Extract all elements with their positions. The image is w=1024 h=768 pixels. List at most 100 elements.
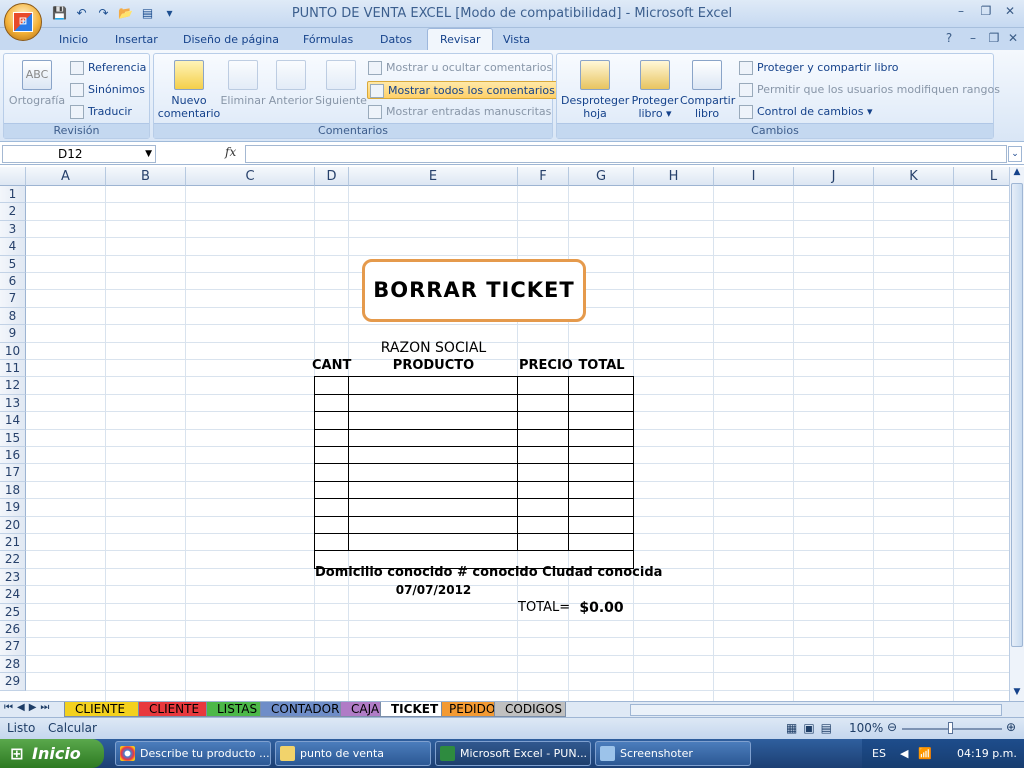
row-header[interactable]: 8 bbox=[0, 307, 26, 326]
language-indicator[interactable]: ES bbox=[872, 739, 886, 768]
task-excel[interactable]: Microsoft Excel - PUN... bbox=[435, 741, 591, 766]
mostrar-todos-button[interactable]: Mostrar todos los comentarios bbox=[367, 81, 559, 99]
tab-inicio[interactable]: Inicio bbox=[59, 31, 88, 48]
row-header[interactable]: 5 bbox=[0, 255, 26, 273]
zoom-level[interactable]: 100% bbox=[849, 721, 883, 735]
row-header[interactable]: 27 bbox=[0, 638, 26, 656]
siguiente-button[interactable]: Siguiente bbox=[315, 60, 367, 107]
row-header[interactable]: 7 bbox=[0, 290, 26, 308]
row-header[interactable]: 23 bbox=[0, 568, 26, 587]
row-header[interactable]: 28 bbox=[0, 655, 26, 674]
desproteger-hoja-button[interactable]: Desproteger hoja bbox=[561, 60, 629, 120]
clock[interactable]: 04:19 p.m. bbox=[957, 739, 1017, 768]
tab-datos[interactable]: Datos bbox=[380, 31, 412, 48]
eliminar-button[interactable]: Eliminar bbox=[220, 60, 266, 107]
proteger-libro-button[interactable]: Proteger libro ▾ bbox=[630, 60, 680, 120]
row-header[interactable]: 14 bbox=[0, 412, 26, 430]
anterior-button[interactable]: Anterior bbox=[267, 60, 315, 107]
expand-formula-bar-icon[interactable]: ⌄ bbox=[1008, 146, 1022, 162]
scroll-thumb[interactable] bbox=[1011, 183, 1023, 647]
row-header[interactable]: 4 bbox=[0, 238, 26, 256]
minimize-button[interactable]: – bbox=[950, 4, 972, 21]
column-header[interactable]: C bbox=[186, 167, 315, 186]
tab-revisar[interactable]: Revisar bbox=[427, 28, 494, 51]
column-header[interactable]: E bbox=[349, 167, 518, 186]
sheet-tab-cliente-2[interactable]: CLIENTE 2 bbox=[138, 702, 210, 731]
row-header[interactable]: 22 bbox=[0, 551, 26, 569]
mostrar-entradas-button[interactable]: Mostrar entradas manuscritas bbox=[368, 103, 551, 121]
row-header[interactable]: 12 bbox=[0, 377, 26, 395]
sheet-tab-caja[interactable]: CAJA bbox=[340, 702, 384, 717]
row-header[interactable]: 13 bbox=[0, 394, 26, 413]
tray-back-icon[interactable]: ◀ bbox=[900, 739, 908, 768]
row-header[interactable]: 20 bbox=[0, 516, 26, 534]
name-box-dropdown-icon[interactable]: ▼ bbox=[145, 146, 152, 162]
row-header[interactable]: 9 bbox=[0, 325, 26, 343]
zoom-in-icon[interactable]: ⊕ bbox=[1006, 720, 1016, 734]
row-header[interactable]: 25 bbox=[0, 603, 26, 621]
row-header[interactable]: 2 bbox=[0, 203, 26, 221]
help-icon[interactable]: ? bbox=[938, 31, 960, 48]
tab-vista[interactable]: Vista bbox=[503, 31, 530, 48]
sheet-tab-pedido[interactable]: PEDIDO bbox=[438, 702, 498, 717]
row-header[interactable]: 19 bbox=[0, 499, 26, 517]
column-header[interactable]: K bbox=[874, 167, 954, 186]
tab-diseno-pagina[interactable]: Diseño de página bbox=[183, 31, 279, 48]
view-buttons-icon[interactable]: ▦▣▤ bbox=[786, 721, 838, 735]
task-folder[interactable]: punto de venta bbox=[275, 741, 431, 766]
row-header[interactable]: 21 bbox=[0, 534, 26, 552]
formula-input[interactable] bbox=[245, 145, 1007, 163]
referencia-button[interactable]: Referencia bbox=[70, 59, 146, 77]
column-header[interactable]: I bbox=[714, 167, 794, 186]
tab-formulas[interactable]: Fórmulas bbox=[303, 31, 353, 48]
task-browser[interactable]: Describe tu producto ... bbox=[115, 741, 271, 766]
row-header[interactable]: 16 bbox=[0, 447, 26, 465]
column-header[interactable]: J bbox=[794, 167, 874, 186]
sheet-tab-codigos[interactable]: CODIGOS bbox=[494, 702, 566, 717]
select-all-corner[interactable] bbox=[0, 167, 26, 186]
column-header[interactable]: G bbox=[569, 167, 634, 186]
task-screenshoter[interactable]: Screenshoter bbox=[595, 741, 751, 766]
office-button[interactable]: ⊞ bbox=[4, 3, 42, 41]
row-header[interactable]: 1 bbox=[0, 186, 26, 204]
column-header[interactable]: B bbox=[106, 167, 186, 186]
zoom-out-icon[interactable]: ⊖ bbox=[887, 720, 897, 734]
proteger-compartir-button[interactable]: Proteger y compartir libro bbox=[739, 59, 899, 77]
row-header[interactable]: 29 bbox=[0, 673, 26, 691]
network-icon[interactable]: 📶 bbox=[918, 739, 932, 768]
column-header[interactable]: F bbox=[518, 167, 569, 186]
row-header[interactable]: 10 bbox=[0, 342, 26, 360]
column-header[interactable]: L bbox=[954, 167, 1009, 186]
worksheet-grid[interactable]: A B C D E F G H I J K L 1 2 3 4 5 6 7 8 9 10 11 12 1… bbox=[0, 167, 1009, 701]
horizontal-scrollbar[interactable] bbox=[630, 704, 1002, 716]
row-header[interactable]: 18 bbox=[0, 481, 26, 500]
column-header[interactable]: D bbox=[315, 167, 349, 186]
row-header[interactable]: 17 bbox=[0, 464, 26, 482]
sheet-tab-listas[interactable]: LISTAS bbox=[206, 702, 264, 717]
nuevo-comentario-button[interactable]: Nuevo comentario bbox=[157, 60, 221, 120]
row-header[interactable]: 3 bbox=[0, 220, 26, 239]
tab-insertar[interactable]: Insertar bbox=[115, 31, 158, 48]
ribbon-close-button[interactable]: ✕ bbox=[1002, 31, 1024, 48]
control-cambios-button[interactable]: Control de cambios ▾ bbox=[739, 103, 873, 121]
sheet-tab-ticket[interactable]: TICKET bbox=[380, 702, 442, 717]
vertical-scrollbar[interactable]: ▲ ▼ bbox=[1009, 167, 1024, 701]
column-header[interactable]: A bbox=[26, 167, 106, 186]
zoom-slider-thumb[interactable] bbox=[948, 722, 953, 734]
row-header[interactable]: 11 bbox=[0, 360, 26, 378]
ribbon-minimize-button[interactable]: – bbox=[962, 31, 984, 48]
insert-function-button[interactable]: fx bbox=[225, 145, 236, 159]
sheet-tab-contador[interactable]: CONTADOR bbox=[260, 702, 344, 717]
row-header[interactable]: 6 bbox=[0, 273, 26, 291]
traducir-button[interactable]: Traducir bbox=[70, 103, 132, 121]
scroll-down-icon[interactable]: ▼ bbox=[1010, 687, 1024, 701]
sheet-tab-cliente-1[interactable]: CLIENTE 1 bbox=[64, 702, 142, 731]
name-box[interactable]: D12 ▼ bbox=[2, 145, 156, 163]
sheet-nav-arrows-icon[interactable]: ⏮◀▶⏭ bbox=[4, 702, 53, 713]
sinonimos-button[interactable]: Sinónimos bbox=[70, 81, 145, 99]
mostrar-ocultar-button[interactable]: Mostrar u ocultar comentarios bbox=[368, 59, 552, 77]
compartir-libro-button[interactable]: Compartir libro bbox=[680, 60, 735, 120]
close-button[interactable]: ✕ bbox=[999, 4, 1021, 21]
row-header[interactable]: 24 bbox=[0, 586, 26, 604]
scroll-up-icon[interactable]: ▲ bbox=[1010, 167, 1024, 181]
